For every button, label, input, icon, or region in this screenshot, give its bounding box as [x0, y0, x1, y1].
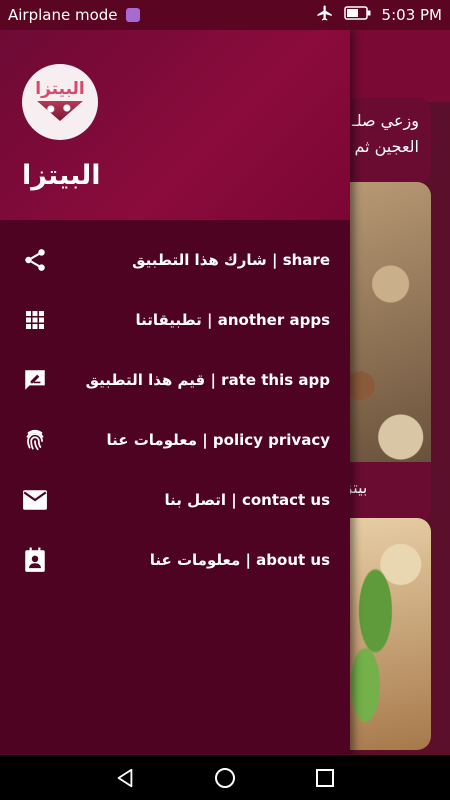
menu-item-another-apps[interactable]: تطبيقاتنا | another apps: [0, 290, 350, 350]
menu-label: معلومات عنا | policy privacy: [106, 431, 331, 449]
app-name: البيتزا: [22, 160, 101, 191]
recents-icon[interactable]: [312, 765, 338, 791]
airplane-icon: [316, 4, 334, 26]
menu-label: تطبيقاتنا | another apps: [135, 311, 330, 329]
menu-item-contact-us[interactable]: اتصل بنا | contact us: [0, 470, 350, 530]
apps-grid-icon: [20, 305, 50, 335]
drawer-header: البيتزا البيتزا: [0, 30, 350, 220]
back-icon[interactable]: [112, 765, 138, 791]
menu-label: معلومات عنا | about us: [149, 551, 330, 569]
logo-text: البيتزا: [35, 79, 85, 99]
status-left: Airplane mode: [8, 6, 140, 24]
status-right: 5:03 PM: [316, 4, 442, 26]
share-icon: [20, 245, 50, 275]
menu-item-privacy-policy[interactable]: معلومات عنا | policy privacy: [0, 410, 350, 470]
airplane-mode-label: Airplane mode: [8, 6, 118, 24]
status-bar: Airplane mode 5:03 PM: [0, 0, 450, 30]
battery-icon: [343, 5, 372, 25]
clock: 5:03 PM: [381, 6, 442, 24]
mail-icon: [20, 485, 50, 515]
app-logo: البيتزا: [22, 64, 98, 140]
home-icon[interactable]: [212, 765, 238, 791]
contact-card-icon: [20, 545, 50, 575]
menu-item-about-us[interactable]: معلومات عنا | about us: [0, 530, 350, 590]
menu-item-rate-app[interactable]: قيم هذا التطبيق | rate this app: [0, 350, 350, 410]
fingerprint-icon: [20, 425, 50, 455]
pizza-slice-icon: [37, 101, 83, 121]
menu-label: قيم هذا التطبيق | rate this app: [85, 371, 330, 389]
menu-label: شارك هذا التطبيق | share: [132, 251, 330, 269]
rate-icon: [20, 365, 50, 395]
system-nav-bar: [0, 755, 450, 800]
navigation-drawer: البيتزا البيتزا شارك هذا التطبيق | share…: [0, 30, 350, 755]
menu-label: اتصل بنا | contact us: [164, 491, 330, 509]
drawer-menu: شارك هذا التطبيق | share تطبيقاتنا | ano…: [0, 230, 350, 590]
menu-item-share[interactable]: شارك هذا التطبيق | share: [0, 230, 350, 290]
notification-icon: [125, 8, 140, 22]
